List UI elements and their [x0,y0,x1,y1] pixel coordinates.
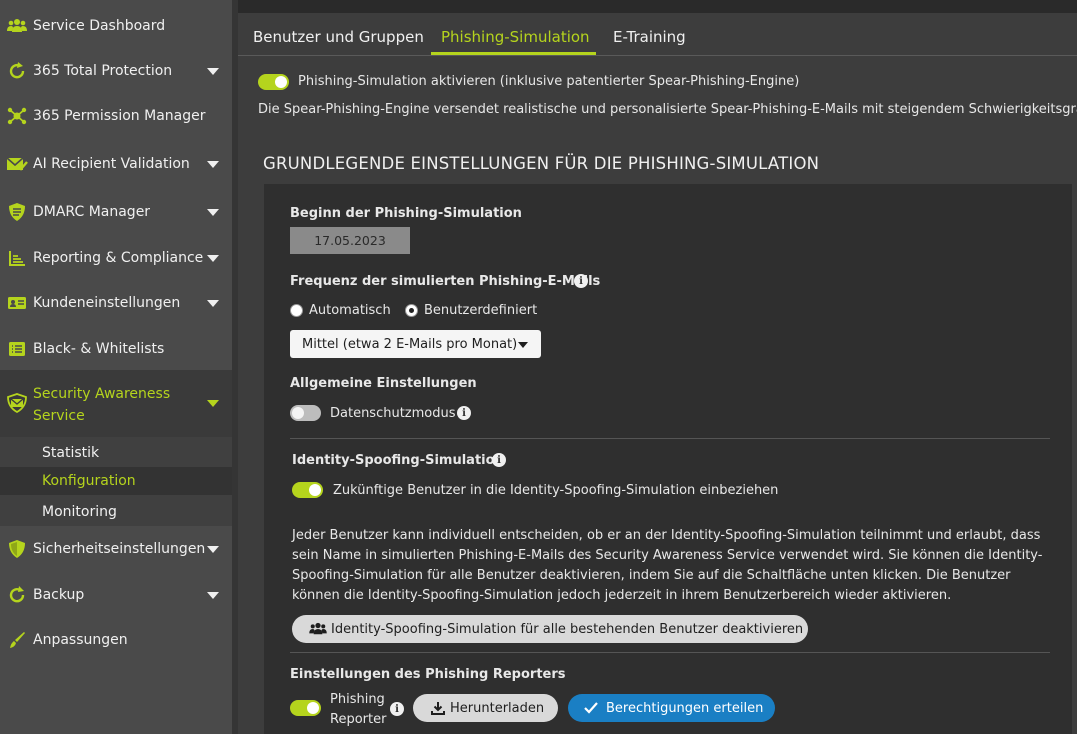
sidebar-item-black-whitelists[interactable]: Black- & Whitelists [0,336,232,362]
chevron-down-icon [207,591,219,599]
grant-permissions-button[interactable]: Berechtigungen erteilen [568,694,775,722]
caret-down-icon [518,342,528,348]
chevron-down-icon [207,400,219,407]
download-icon [431,701,445,715]
phishing-reporter-label-line1: Phishing [330,692,385,707]
chevron-down-icon [207,67,219,75]
sidebar-item-label: Service Dashboard [33,18,166,34]
info-icon[interactable]: i [574,274,588,288]
sidebar-item-security-awareness-service[interactable]: Security Awareness Service [0,370,232,437]
sidebar-item-dmarc-manager[interactable]: DMARC Manager [0,199,232,225]
sidebar-item-365-permission-manager[interactable]: 365 Permission Manager [0,103,232,129]
shield-list-icon [6,201,28,223]
sidebar-subitem-konfiguration[interactable]: Konfiguration [0,467,232,495]
sidebar-item-label: Security Awareness Service [33,386,171,424]
radio-benutzerdefiniert-label: Benutzerdefiniert [424,303,538,318]
refresh-icon [6,584,28,606]
phishing-reporter-toggle[interactable] [290,700,321,716]
identity-spoofing-description: Jeder Benutzer kann individuell entschei… [292,528,1043,603]
sidebar-item-label: Reporting & Compliance [33,250,204,266]
sidebar-subitem-label: Konfiguration [42,473,136,489]
sidebar-item-service-dashboard[interactable]: Service Dashboard [0,13,232,39]
brush-icon [6,629,28,651]
privacy-mode-toggle[interactable] [290,405,321,421]
tab-bar: Benutzer und Gruppen Phishing-Simulation… [238,24,1077,56]
grant-permissions-label: Berechtigungen erteilen [606,700,764,716]
refresh-circle-icon [6,60,28,82]
info-icon[interactable]: i [457,406,471,420]
list-icon [6,338,28,360]
start-date-field[interactable]: 17.05.2023 [290,227,410,254]
shield-mail-icon [6,392,28,414]
users-icon [309,622,327,636]
sidebar-subitem-monitoring[interactable]: Monitoring [0,498,232,526]
sidebar-item-label: DMARC Manager [33,204,151,220]
shield-icon [6,538,28,560]
divider [290,652,1050,653]
identity-spoofing-label: Identity-Spoofing-Simulation [292,453,504,468]
sidebar-item-label: Backup [33,587,85,603]
sidebar-item-ai-recipient-validation[interactable]: AI Recipient Validation [0,151,232,177]
sidebar-item-label: 365 Total Protection [33,63,173,79]
download-button-label: Herunterladen [450,700,545,716]
sidebar-subitem-statistik[interactable]: Statistik [0,439,232,467]
users-icon [6,15,28,37]
sidebar-subitem-label: Statistik [42,445,100,461]
info-icon[interactable]: i [390,702,404,716]
mail-check-icon [6,153,28,175]
section-title: GRUNDLEGENDE EINSTELLUNGEN FÜR DIE PHISH… [263,154,820,173]
chevron-down-icon [207,208,219,216]
active-tab-indicator [431,52,596,55]
tab-benutzer-und-gruppen[interactable]: Benutzer und Gruppen [253,28,424,46]
sidebar-item-anpassungen[interactable]: Anpassungen [0,627,232,653]
phishing-simulation-toggle-label: Phishing-Simulation aktivieren (inklusiv… [298,74,800,89]
phishing-simulation-toggle[interactable] [258,74,289,90]
network-icon [6,105,28,127]
sidebar-item-backup[interactable]: Backup [0,582,232,608]
sidebar-item-reporting-compliance[interactable]: Reporting & Compliance [0,245,232,271]
deactivate-identity-spoofing-button[interactable]: Identity-Spoofing-Simulation für alle be… [292,615,808,643]
info-icon[interactable]: i [492,453,506,467]
phishing-reporter-label-line2: Reporter [330,712,387,727]
download-button[interactable]: Herunterladen [413,694,558,722]
chevron-down-icon [207,545,219,553]
radio-automatisch[interactable] [290,304,303,317]
frequency-select[interactable]: Mittel (etwa 2 E-Mails pro Monat) [290,330,541,358]
identity-spoofing-toggle[interactable] [292,482,323,498]
sidebar-item-label: 365 Permission Manager [33,108,206,124]
sidebar-item-label: Sicherheitseinstellungen [33,541,206,557]
chevron-down-icon [207,254,219,262]
sidebar-subitem-label: Monitoring [42,504,117,520]
check-icon [584,702,598,714]
sidebar: Service Dashboard 365 Total Protection 3… [0,0,232,734]
tab-e-training[interactable]: E-Training [613,28,686,46]
tab-phishing-simulation[interactable]: Phishing-Simulation [441,28,590,46]
frequency-select-value: Mittel (etwa 2 E-Mails pro Monat) [302,336,518,352]
privacy-mode-label: Datenschutzmodus [330,406,456,421]
sidebar-item-365-total-protection[interactable]: 365 Total Protection [0,58,232,84]
sidebar-item-label: Anpassungen [33,632,128,648]
chevron-down-icon [207,299,219,307]
radio-benutzerdefiniert[interactable] [405,304,418,317]
phishing-reporter-settings-label: Einstellungen des Phishing Reporters [290,667,566,682]
chevron-down-icon [207,160,219,168]
sidebar-divider [232,0,238,734]
sidebar-item-label: AI Recipient Validation [33,156,190,172]
start-date-label: Beginn der Phishing-Simulation [290,206,522,221]
deactivate-button-label: Identity-Spoofing-Simulation für alle be… [331,621,804,637]
engine-description: Die Spear-Phishing-Engine versendet real… [258,102,1077,117]
chart-icon [6,247,28,269]
top-bar [238,0,1077,13]
identity-spoofing-toggle-label: Zukünftige Benutzer in die Identity-Spoo… [333,483,779,498]
sidebar-item-label: Kundeneinstellungen [33,295,181,311]
general-settings-label: Allgemeine Einstellungen [290,376,477,391]
id-card-icon [6,292,28,314]
divider [290,438,1050,439]
sidebar-item-sicherheitseinstellungen[interactable]: Sicherheitseinstellungen [0,536,232,562]
radio-automatisch-label: Automatisch [309,303,391,318]
frequency-label: Frequenz der simulierten Phishing-E-Mail… [290,274,601,289]
sidebar-item-kundeneinstellungen[interactable]: Kundeneinstellungen [0,290,232,316]
sidebar-item-label: Black- & Whitelists [33,341,165,357]
